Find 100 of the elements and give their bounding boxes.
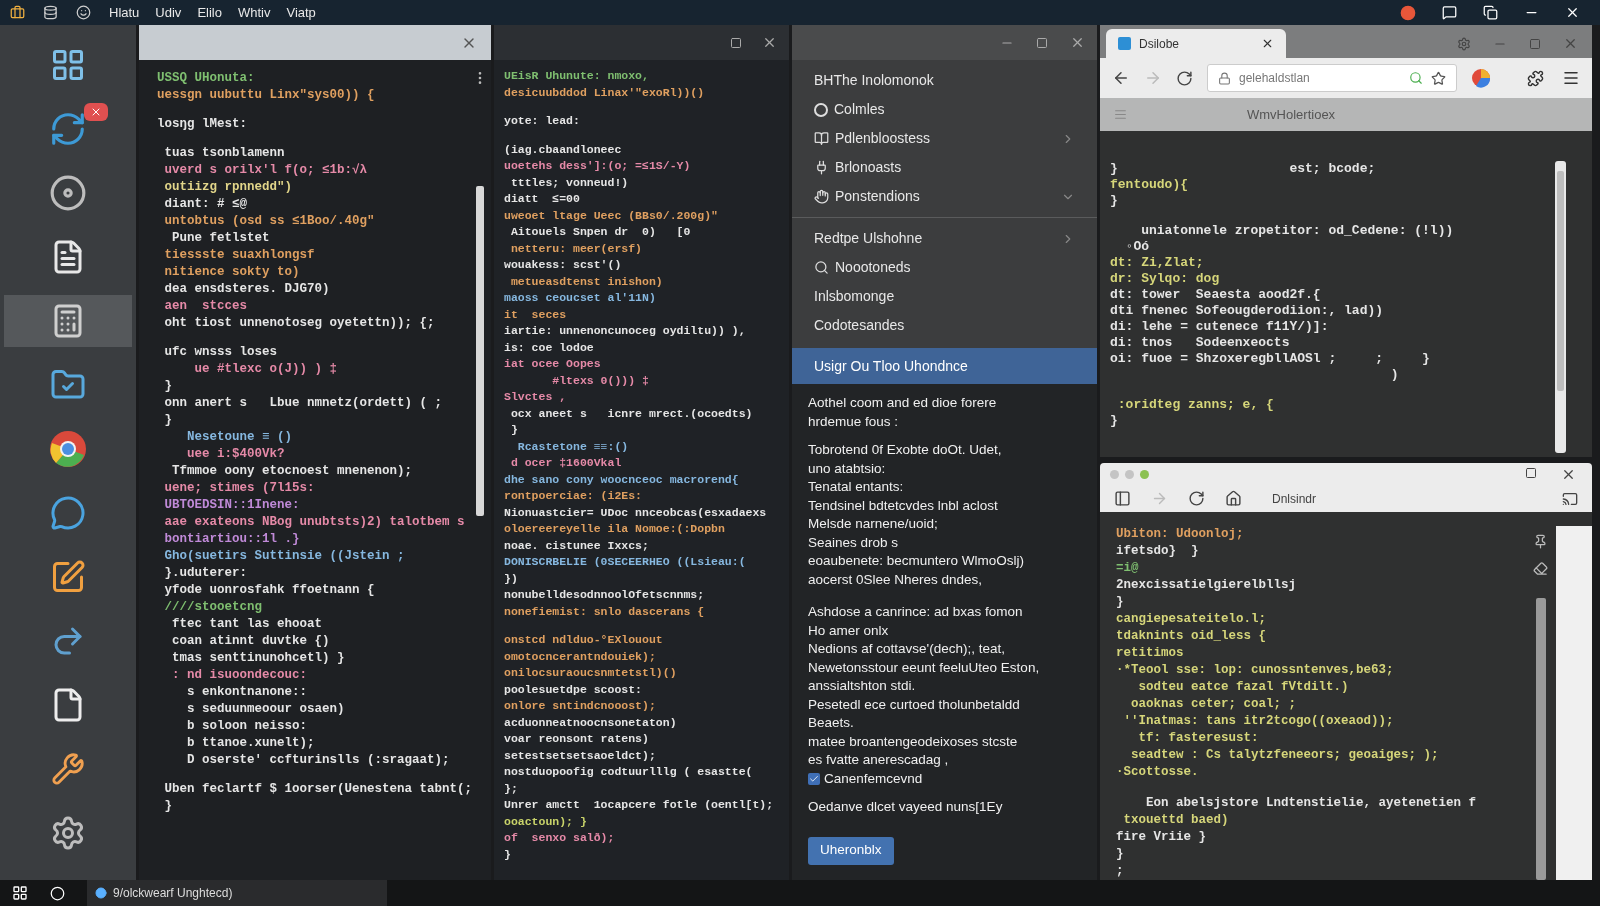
code-line: tiessste suaxhlongsf (163, 247, 315, 264)
menu-list-item[interactable]: Redtpe Ulshohne (792, 224, 1097, 253)
menu-list-item[interactable]: Noootoneds (792, 253, 1097, 282)
scrollbar[interactable] (476, 186, 485, 516)
home-icon[interactable] (1225, 490, 1242, 508)
note-line: Newetonsstour eeunt feeluUteo Eston, (808, 658, 1041, 677)
action-button[interactable]: Uheronblx (808, 836, 894, 865)
note-line: Tobrotend 0f Exobte doOt. Udet, (808, 441, 1003, 459)
menu-list-item[interactable]: BHThe Inolomonok (792, 66, 1097, 95)
code-line: it seces (504, 306, 567, 323)
code-line: iartie: unnenoncunoceg oydiltu)) ), (504, 323, 746, 339)
menu-item[interactable]: Viatp (286, 2, 316, 23)
code-line: : nd isuoondecouc: (171, 667, 308, 684)
menu-list-item[interactable]: Colmles (792, 95, 1097, 124)
code-line: ifetsdo} } (1116, 543, 1199, 560)
note-line: hrdemue fous : (808, 412, 900, 431)
code-line: } (1110, 413, 1118, 429)
extension-icon[interactable] (1527, 69, 1544, 87)
close-icon[interactable] (1565, 5, 1580, 20)
code-line: oht tiost unnenotoseg oyetettn)); {; (163, 315, 435, 332)
taskbar-app[interactable]: 9/olckwearf Unghtecd) (87, 880, 387, 906)
checkbox[interactable] (808, 772, 820, 785)
address-field[interactable]: gelehaldstlan (1207, 64, 1457, 92)
smiley-icon[interactable] (76, 5, 91, 20)
code-line: Pune fetlstet (171, 230, 270, 247)
note-line: Ho amer onlx (808, 621, 890, 640)
code-line: Ubiton: Udoonloj; (1116, 526, 1244, 543)
note-line: Beaets. (808, 714, 855, 732)
dock-button[interactable] (4, 295, 132, 347)
search-circle-icon[interactable] (50, 885, 65, 901)
menu-item[interactable]: Hlatu (109, 2, 140, 23)
tool-icon (51, 752, 85, 786)
close-tab-icon[interactable] (1261, 37, 1274, 50)
address-text[interactable]: Dnlsindr (1272, 489, 1316, 508)
code-line: nitience sokty to) (163, 264, 300, 281)
code-line: dt: Zi,Zlat; (1110, 255, 1204, 271)
scrollbar[interactable] (1555, 161, 1566, 453)
code-line: :oridteg zanns; e, { (1116, 397, 1274, 413)
cast-icon[interactable] (1562, 490, 1578, 507)
star-icon[interactable] (1431, 70, 1446, 86)
menu-item[interactable]: Udiv (155, 2, 182, 23)
code-line: txouettd baed) (1122, 812, 1229, 829)
code-line: uweoet ltage Ueec (BBs0/.200g)" (504, 207, 718, 224)
note-line: Melsde narnene/uoid; (808, 515, 939, 533)
profile-avatar-icon[interactable] (1471, 68, 1491, 88)
close-icon[interactable] (762, 35, 777, 50)
database-icon[interactable] (43, 5, 58, 20)
chat-icon[interactable] (1442, 5, 1457, 20)
code-line: sodteu eatce fazal fVtdilt.) (1137, 679, 1349, 696)
menu-item[interactable]: Whtiv (237, 2, 271, 23)
menu-list-item[interactable]: Pdlenbloostess (792, 124, 1097, 153)
page-title: WmvHolertioex (1247, 105, 1336, 124)
record-icon[interactable] (1400, 4, 1416, 21)
checkbox-option[interactable]: Canenfemcevnd (808, 769, 1081, 788)
note-line: Pesetedl ece curtoed tholunbetaldd (808, 695, 1021, 714)
briefcase-icon[interactable] (10, 5, 25, 20)
code-line: yfode uonrosfahk ffoetnann { (163, 582, 375, 599)
code-line: diatt ≤=00 (504, 191, 580, 207)
chat-icon (50, 495, 86, 531)
menu-list-item[interactable]: Brlonoasts (792, 153, 1097, 182)
maximize-icon[interactable] (730, 36, 742, 49)
menu-list-item[interactable]: Usigr Ou Tloo Uhondnce (792, 348, 1097, 384)
code-line: Tfmmoe oony etocnoest mnenenon); (171, 463, 413, 480)
menu-list-item[interactable]: Inlsbomonge (792, 282, 1097, 311)
menu-list-item[interactable]: Codotesandes (792, 311, 1097, 340)
note-line: Ashdose a canrince: ad bxas fomon (808, 603, 1024, 621)
maximize-icon[interactable] (1036, 36, 1048, 49)
code-line: uee i:$400Vk? (186, 446, 285, 463)
sidebar-icon[interactable] (1114, 490, 1131, 508)
note-line: aocerst 0Slee Nheres dndes, (808, 570, 984, 589)
code-line: coan atinnt duvtke {) (171, 633, 330, 650)
code-line: } (163, 378, 172, 395)
disc-icon (49, 174, 87, 212)
code-line: }) (504, 570, 518, 587)
reload-icon[interactable] (1176, 69, 1193, 87)
browser-tab[interactable]: Dsilobe (1106, 29, 1286, 58)
window-icon[interactable] (1483, 5, 1498, 20)
menu-icon[interactable] (1562, 69, 1580, 87)
pin-icon[interactable] (1533, 534, 1548, 549)
start-icon[interactable] (12, 885, 28, 901)
maximize-icon[interactable] (1525, 466, 1537, 479)
code-line: oi: fuoe = ShzoxeregbllAOSl ; ; } (1110, 351, 1430, 367)
code-line: Rcastetone ≡≡:() (516, 438, 629, 455)
menu-item[interactable]: Elilo (197, 2, 222, 23)
code-line: tttles; vonneud!) (509, 174, 629, 191)
code-line: iat ocee Oopes (504, 356, 601, 372)
code-line: } (504, 846, 511, 863)
app-icon (95, 887, 107, 899)
back-icon[interactable] (1112, 69, 1130, 87)
scrollbar[interactable] (1535, 598, 1546, 880)
code-line: ocx aneet s icnre mrect.(ocoedts) (509, 405, 753, 422)
code-line: } est; bcode; (1110, 161, 1376, 177)
menu-list-item[interactable]: Ponstendions (792, 182, 1097, 211)
code-line: poolesuetdpe scoost: (504, 681, 643, 698)
code-line: Uben feclartf $ 1oorser(Uenestena tabnt(; (163, 781, 473, 798)
code-line: b ttanoe.xunelt); (186, 735, 315, 752)
code-line: di: tnos Sodeenxeocts (1110, 335, 1290, 351)
reload-icon[interactable] (1188, 490, 1205, 508)
eraser-icon[interactable] (1533, 561, 1548, 576)
alert-badge-icon (84, 103, 108, 121)
